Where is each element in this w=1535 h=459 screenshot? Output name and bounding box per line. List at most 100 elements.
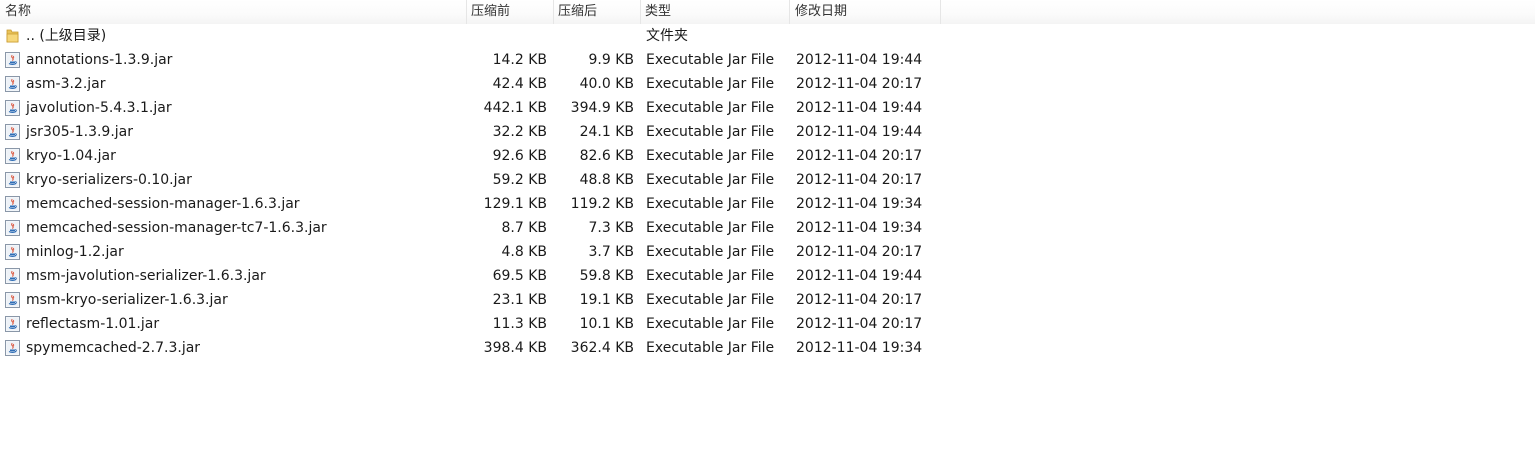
jar-icon xyxy=(5,52,20,68)
file-modified-date: 2012-11-04 20:17 xyxy=(796,244,923,260)
file-row[interactable]: spymemcached-2.7.3.jar 398.4 KB 362.4 KB… xyxy=(0,336,1535,360)
file-name-cell: jsr305-1.3.9.jar xyxy=(4,120,464,144)
file-row[interactable]: memcached-session-manager-tc7-1.6.3.jar … xyxy=(0,216,1535,240)
column-header-bar: 名称 压缩前 压缩后 类型 修改日期 xyxy=(0,0,1535,24)
file-name-cell: minlog-1.2.jar xyxy=(4,240,464,264)
file-modified-date: 2012-11-04 19:44 xyxy=(796,124,923,140)
column-divider[interactable] xyxy=(466,0,467,24)
jar-icon xyxy=(5,196,20,212)
file-modified-date: 2012-11-04 19:44 xyxy=(796,52,923,68)
file-original-size: 59.2 KB xyxy=(492,172,547,188)
file-compressed-size: 119.2 KB xyxy=(570,196,634,212)
jar-icon xyxy=(5,316,20,332)
file-row[interactable]: annotations-1.3.9.jar 14.2 KB 9.9 KB Exe… xyxy=(0,48,1535,72)
column-divider[interactable] xyxy=(553,0,554,24)
column-divider[interactable] xyxy=(789,0,790,24)
file-type: Executable Jar File xyxy=(646,76,775,92)
jar-icon xyxy=(5,340,20,356)
file-type: Executable Jar File xyxy=(646,52,775,68)
file-row[interactable]: jsr305-1.3.9.jar 32.2 KB 24.1 KB Executa… xyxy=(0,120,1535,144)
file-type: Executable Jar File xyxy=(646,268,775,284)
file-original-size: 92.6 KB xyxy=(492,148,547,164)
file-modified-date: 2012-11-04 19:44 xyxy=(796,100,923,116)
jar-icon xyxy=(5,76,20,92)
file-row[interactable]: asm-3.2.jar 42.4 KB 40.0 KB Executable J… xyxy=(0,72,1535,96)
file-name: msm-kryo-serializer-1.6.3.jar xyxy=(26,292,228,308)
file-type: Executable Jar File xyxy=(646,220,775,236)
column-header-modified[interactable]: 修改日期 xyxy=(795,0,847,24)
file-row[interactable]: javolution-5.4.3.1.jar 442.1 KB 394.9 KB… xyxy=(0,96,1535,120)
file-compressed-size: 7.3 KB xyxy=(588,220,635,236)
file-type: Executable Jar File xyxy=(646,340,775,356)
file-modified-date: 2012-11-04 19:34 xyxy=(796,340,923,356)
file-modified-date: 2012-11-04 19:44 xyxy=(796,268,923,284)
column-header-name[interactable]: 名称 xyxy=(5,0,31,24)
file-name: msm-javolution-serializer-1.6.3.jar xyxy=(26,268,266,284)
file-name-cell: reflectasm-1.01.jar xyxy=(4,312,464,336)
file-row[interactable]: msm-kryo-serializer-1.6.3.jar 23.1 KB 19… xyxy=(0,288,1535,312)
file-original-size: 11.3 KB xyxy=(492,316,547,332)
file-row[interactable]: memcached-session-manager-1.6.3.jar 129.… xyxy=(0,192,1535,216)
file-modified-date: 2012-11-04 20:17 xyxy=(796,148,923,164)
file-original-size: 129.1 KB xyxy=(483,196,547,212)
file-name-cell: javolution-5.4.3.1.jar xyxy=(4,96,464,120)
file-type: Executable Jar File xyxy=(646,196,775,212)
file-compressed-size: 3.7 KB xyxy=(588,244,635,260)
file-row[interactable]: reflectasm-1.01.jar 11.3 KB 10.1 KB Exec… xyxy=(0,312,1535,336)
jar-icon xyxy=(5,244,20,260)
file-name: kryo-1.04.jar xyxy=(26,148,116,164)
jar-icon xyxy=(5,100,20,116)
file-type: Executable Jar File xyxy=(646,316,775,332)
file-name-cell: memcached-session-manager-1.6.3.jar xyxy=(4,192,464,216)
jar-icon xyxy=(5,268,20,284)
file-compressed-size: 10.1 KB xyxy=(579,316,634,332)
file-compressed-size: 48.8 KB xyxy=(579,172,634,188)
file-row[interactable]: kryo-serializers-0.10.jar 59.2 KB 48.8 K… xyxy=(0,168,1535,192)
file-original-size: 4.8 KB xyxy=(501,244,548,260)
column-divider[interactable] xyxy=(940,0,941,24)
column-header-type[interactable]: 类型 xyxy=(645,0,671,24)
file-name-cell: memcached-session-manager-tc7-1.6.3.jar xyxy=(4,216,464,240)
file-type: Executable Jar File xyxy=(646,172,775,188)
file-name: jsr305-1.3.9.jar xyxy=(26,124,134,140)
file-name-cell: spymemcached-2.7.3.jar xyxy=(4,336,464,360)
folder-icon xyxy=(6,29,19,43)
jar-icon xyxy=(5,220,20,236)
file-original-size: 42.4 KB xyxy=(492,76,547,92)
file-row[interactable]: minlog-1.2.jar 4.8 KB 3.7 KB Executable … xyxy=(0,240,1535,264)
file-compressed-size: 9.9 KB xyxy=(588,52,635,68)
file-compressed-size: 40.0 KB xyxy=(579,76,634,92)
file-name: javolution-5.4.3.1.jar xyxy=(26,100,172,116)
file-name: kryo-serializers-0.10.jar xyxy=(26,172,192,188)
file-modified-date: 2012-11-04 20:17 xyxy=(796,76,923,92)
file-compressed-size: 394.9 KB xyxy=(570,100,634,116)
jar-icon xyxy=(5,292,20,308)
file-original-size: 8.7 KB xyxy=(501,220,548,236)
file-name-cell: kryo-1.04.jar xyxy=(4,144,464,168)
parent-directory-row[interactable]: .. (上级目录) 文件夹 xyxy=(0,24,1535,48)
file-modified-date: 2012-11-04 20:17 xyxy=(796,316,923,332)
file-row[interactable]: msm-javolution-serializer-1.6.3.jar 69.5… xyxy=(0,264,1535,288)
column-divider[interactable] xyxy=(640,0,641,24)
file-compressed-size: 59.8 KB xyxy=(579,268,634,284)
file-compressed-size: 82.6 KB xyxy=(579,148,634,164)
file-list: .. (上级目录) 文件夹 annotations-1.3.9.jar 14.2… xyxy=(0,24,1535,360)
file-type: Executable Jar File xyxy=(646,292,775,308)
jar-icon xyxy=(5,124,20,140)
file-name-cell: annotations-1.3.9.jar xyxy=(4,48,464,72)
parent-directory-label: .. (上级目录) xyxy=(26,28,107,44)
column-header-compressed-size[interactable]: 压缩后 xyxy=(558,0,597,24)
file-name: annotations-1.3.9.jar xyxy=(26,52,173,68)
file-modified-date: 2012-11-04 20:17 xyxy=(796,292,923,308)
parent-directory-type: 文件夹 xyxy=(646,28,688,44)
jar-icon xyxy=(5,148,20,164)
file-type: Executable Jar File xyxy=(646,148,775,164)
file-original-size: 32.2 KB xyxy=(492,124,547,140)
file-original-size: 398.4 KB xyxy=(483,340,547,356)
file-name-cell: kryo-serializers-0.10.jar xyxy=(4,168,464,192)
file-name: memcached-session-manager-1.6.3.jar xyxy=(26,196,300,212)
file-name: minlog-1.2.jar xyxy=(26,244,124,260)
column-header-original-size[interactable]: 压缩前 xyxy=(471,0,510,24)
file-original-size: 14.2 KB xyxy=(492,52,547,68)
file-row[interactable]: kryo-1.04.jar 92.6 KB 82.6 KB Executable… xyxy=(0,144,1535,168)
